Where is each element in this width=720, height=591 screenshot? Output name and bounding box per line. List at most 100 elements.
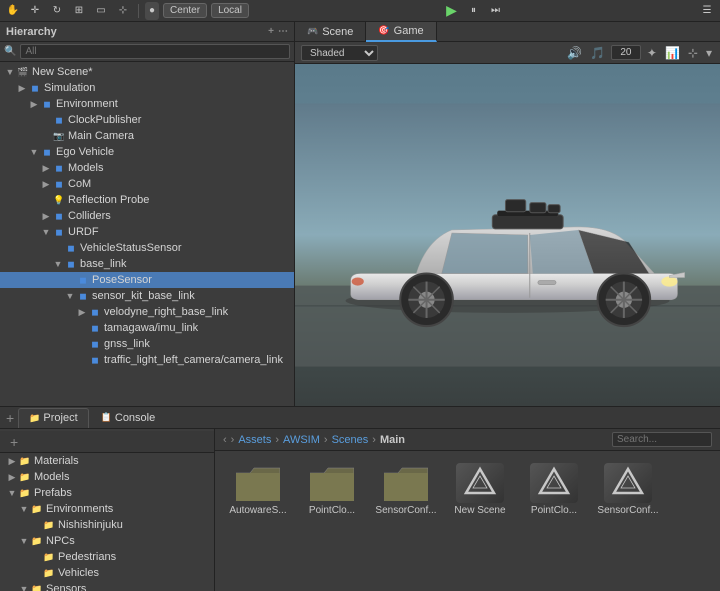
tab-scene[interactable]: 🎮 Scene bbox=[295, 22, 366, 42]
tree-label-com: CoM bbox=[68, 178, 91, 190]
tree-item-simulation[interactable]: ▶ ◼ Simulation bbox=[0, 80, 294, 96]
toolbar-local[interactable]: Local bbox=[211, 3, 249, 18]
arr-sensors: ▼ bbox=[18, 584, 30, 591]
project-add-btn[interactable]: + bbox=[8, 435, 20, 449]
breadcrumb-assets[interactable]: Assets bbox=[238, 434, 271, 446]
breadcrumb-scenes[interactable]: Scenes bbox=[332, 434, 369, 446]
hierarchy-dots-icon[interactable]: ⋯ bbox=[278, 26, 288, 37]
tree-icon-com: ◼ bbox=[52, 177, 66, 191]
tree-item-clockpublisher[interactable]: ◼ ClockPublisher bbox=[0, 112, 294, 128]
search-icon: 🔍 bbox=[4, 46, 16, 57]
tree-icon-vehicle-status: ◼ bbox=[64, 241, 78, 255]
tree-item-ego-vehicle[interactable]: ▼ ◼ Ego Vehicle bbox=[0, 144, 294, 160]
tree-label-models: Models bbox=[68, 162, 103, 174]
tree-arrow-com: ▶ bbox=[40, 179, 52, 190]
project-item-models[interactable]: ▶ 📁 Models bbox=[0, 469, 214, 485]
hierarchy-header: Hierarchy + ⋯ bbox=[0, 22, 294, 42]
project-item-npcs[interactable]: ▼ 📁 NPCs bbox=[0, 533, 214, 549]
tree-icon-tamagawa: ◼ bbox=[88, 321, 102, 335]
tree-item-environment[interactable]: ▶ ◼ Environment bbox=[0, 96, 294, 112]
icon-vehicles-npcs: 📁 bbox=[42, 566, 56, 580]
tree-item-gnss[interactable]: ◼ gnss_link bbox=[0, 336, 294, 352]
toolbar-hand[interactable]: ✋ bbox=[4, 2, 22, 20]
toolbar-scale[interactable]: ⊞ bbox=[70, 2, 88, 20]
tree-arrow-base-link: ▼ bbox=[52, 259, 64, 269]
toolbar-pivot[interactable]: ● bbox=[145, 2, 159, 20]
asset-pointclo1[interactable]: PointClo... bbox=[297, 459, 367, 521]
fov-value[interactable]: 20 bbox=[611, 45, 641, 60]
tree-icon-reflection-probe: 💡 bbox=[52, 193, 66, 207]
fx-icon[interactable]: ✦ bbox=[645, 46, 659, 60]
label-models: Models bbox=[34, 471, 69, 483]
tree-arrow-urdf: ▼ bbox=[40, 227, 52, 237]
toolbar-play[interactable]: ▶ bbox=[442, 2, 460, 20]
music-icon[interactable]: 🎵 bbox=[588, 46, 607, 60]
asset-new-scene[interactable]: New Scene bbox=[445, 459, 515, 521]
toolbar-move[interactable]: ✛ bbox=[26, 2, 44, 20]
tree-item-vehicle-status[interactable]: ◼ VehicleStatusSensor bbox=[0, 240, 294, 256]
tab-console[interactable]: 📋 Console bbox=[91, 408, 166, 428]
tree-item-velodyne-right[interactable]: ▶ ◼ velodyne_right_base_link bbox=[0, 304, 294, 320]
bottom-add-button[interactable]: + bbox=[4, 411, 16, 425]
tree-item-models[interactable]: ▶ ◼ Models bbox=[0, 160, 294, 176]
tree-label-sensor-kit: sensor_kit_base_link bbox=[92, 290, 195, 302]
tree-item-pose-sensor[interactable]: ◼ PoseSensor ❯ bbox=[0, 272, 294, 288]
asset-autoware-s[interactable]: AutowareS... bbox=[223, 459, 293, 521]
audio-icon[interactable]: 🔊 bbox=[565, 46, 584, 60]
asset-sensorconf1[interactable]: SensorConf... bbox=[371, 459, 441, 521]
project-item-vehicles-npcs[interactable]: 📁 Vehicles bbox=[0, 565, 214, 581]
project-item-prefabs[interactable]: ▼ 📁 Prefabs bbox=[0, 485, 214, 501]
tree-icon-traffic-light: ◼ bbox=[88, 353, 102, 367]
bottom-panel-tabs: + 📁 Project 📋 Console bbox=[0, 407, 720, 429]
tree-item-base-link[interactable]: ▼ ◼ base_link bbox=[0, 256, 294, 272]
toolbar-rect[interactable]: ▭ bbox=[92, 2, 110, 20]
stats-icon[interactable]: 📊 bbox=[663, 46, 682, 60]
project-tree-header: + bbox=[0, 431, 214, 453]
tree-item-tamagawa[interactable]: ◼ tamagawa/imu_link bbox=[0, 320, 294, 336]
asset-sensorconf2[interactable]: SensorConf... bbox=[593, 459, 663, 521]
tab-game[interactable]: 🎯 Game bbox=[366, 22, 436, 42]
tree-label-ego-vehicle: Ego Vehicle bbox=[56, 146, 114, 158]
tree-item-colliders[interactable]: ▶ ◼ Colliders bbox=[0, 208, 294, 224]
arr-environments: ▼ bbox=[18, 504, 30, 514]
gizmos-icon[interactable]: ⊹ bbox=[686, 46, 700, 60]
toolbar-center[interactable]: Center bbox=[163, 3, 207, 18]
icon-sensors: 📁 bbox=[30, 582, 44, 591]
tree-item-com[interactable]: ▶ ◼ CoM bbox=[0, 176, 294, 192]
icon-pedestrians: 📁 bbox=[42, 550, 56, 564]
toolbar-step[interactable]: ⏭ bbox=[486, 2, 504, 20]
breadcrumb-nav-fwd[interactable]: › bbox=[231, 434, 235, 446]
dropdown-icon[interactable]: ▾ bbox=[704, 46, 714, 60]
breadcrumb-nav-back[interactable]: ‹ bbox=[223, 434, 227, 446]
project-item-environments[interactable]: ▼ 📁 Environments bbox=[0, 501, 214, 517]
tab-project[interactable]: 📁 Project bbox=[18, 408, 88, 428]
toolbar-menu[interactable]: ☰ bbox=[698, 2, 716, 20]
tree-item-urdf[interactable]: ▼ ◼ URDF bbox=[0, 224, 294, 240]
hierarchy-add-icon[interactable]: + bbox=[268, 26, 274, 37]
project-item-sensors[interactable]: ▼ 📁 Sensors bbox=[0, 581, 214, 591]
arr-models: ▶ bbox=[6, 472, 18, 483]
label-materials: Materials bbox=[34, 455, 79, 467]
toolbar-transform[interactable]: ⊹ bbox=[114, 2, 132, 20]
label-vehicles-npcs: Vehicles bbox=[58, 567, 99, 579]
tree-icon-gnss: ◼ bbox=[88, 337, 102, 351]
tree-label-reflection-probe: Reflection Probe bbox=[68, 194, 149, 206]
tree-item-new-scene[interactable]: ▼ 🎬 New Scene* bbox=[0, 64, 294, 80]
label-prefabs: Prefabs bbox=[34, 487, 72, 499]
project-item-materials[interactable]: ▶ 📁 Materials bbox=[0, 453, 214, 469]
breadcrumb-awsim[interactable]: AWSIM bbox=[283, 434, 320, 446]
tree-item-main-camera[interactable]: 📷 Main Camera bbox=[0, 128, 294, 144]
asset-label-pointclo2: PointClo... bbox=[531, 505, 577, 517]
shading-select[interactable]: Shaded Wireframe bbox=[301, 45, 378, 61]
asset-pointclo2[interactable]: PointClo... bbox=[519, 459, 589, 521]
folder-icon-pointclo1 bbox=[308, 463, 356, 503]
toolbar-pause[interactable]: ⏸ bbox=[464, 2, 482, 20]
tree-item-sensor-kit[interactable]: ▼ ◼ sensor_kit_base_link bbox=[0, 288, 294, 304]
project-item-nishishinjuku[interactable]: 📁 Nishishinjuku bbox=[0, 517, 214, 533]
asset-search-input[interactable] bbox=[612, 432, 712, 447]
toolbar-rotate[interactable]: ↻ bbox=[48, 2, 66, 20]
tree-item-traffic-light[interactable]: ◼ traffic_light_left_camera/camera_link bbox=[0, 352, 294, 368]
hierarchy-search-input[interactable] bbox=[20, 44, 290, 59]
tree-item-reflection-probe[interactable]: 💡 Reflection Probe bbox=[0, 192, 294, 208]
project-item-pedestrians[interactable]: 📁 Pedestrians bbox=[0, 549, 214, 565]
